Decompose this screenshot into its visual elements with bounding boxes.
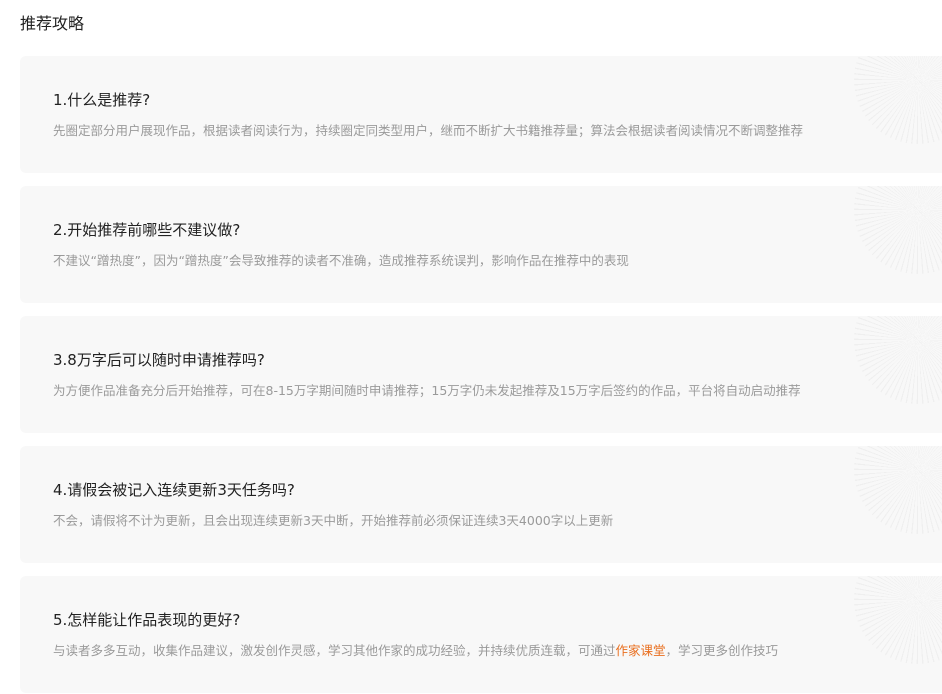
faq-answer: 与读者多多互动，收集作品建议，激发创作灵感，学习其他作家的成功经验，并持续优质连… — [53, 641, 778, 661]
sunburst-decoration-icon — [854, 446, 942, 534]
faq-question: 4.请假会被记入连续更新3天任务吗? — [53, 481, 295, 499]
faq-card-2: 2.开始推荐前哪些不建议做? 不建议“蹭热度”，因为“蹭热度”会导致推荐的读者不… — [20, 186, 942, 303]
faq-answer-text-after: ，学习更多创作技巧 — [665, 643, 779, 658]
faq-card-4: 4.请假会被记入连续更新3天任务吗? 不会，请假将不计为更新，且会出现连续更新3… — [20, 446, 942, 563]
faq-card-1: 1.什么是推荐? 先圈定部分用户展现作品，根据读者阅读行为，持续圈定同类型用户，… — [20, 56, 942, 173]
faq-card-5: 5.怎样能让作品表现的更好? 与读者多多互动，收集作品建议，激发创作灵感，学习其… — [20, 576, 942, 693]
writer-class-link[interactable]: 作家课堂 — [616, 643, 666, 658]
faq-answer-text-before: 与读者多多互动，收集作品建议，激发创作灵感，学习其他作家的成功经验，并持续优质连… — [53, 643, 616, 658]
faq-answer: 不会，请假将不计为更新，且会出现连续更新3天中断，开始推荐前必须保证连续3天40… — [53, 513, 614, 528]
faq-answer: 为方便作品准备充分后开始推荐，可在8-15万字期间随时申请推荐；15万字仍未发起… — [53, 383, 801, 398]
faq-question: 2.开始推荐前哪些不建议做? — [53, 221, 241, 239]
sunburst-decoration-icon — [854, 186, 942, 274]
faq-question: 5.怎样能让作品表现的更好? — [53, 611, 241, 629]
sunburst-decoration-icon — [854, 56, 942, 144]
sunburst-decoration-icon — [854, 576, 942, 664]
faq-answer: 先圈定部分用户展现作品，根据读者阅读行为，持续圈定同类型用户，继而不断扩大书籍推… — [53, 123, 804, 138]
faq-question: 3.8万字后可以随时申请推荐吗? — [53, 351, 265, 369]
sunburst-decoration-icon — [854, 316, 942, 404]
faq-answer: 不建议“蹭热度”，因为“蹭热度”会导致推荐的读者不准确，造成推荐系统误判，影响作… — [53, 253, 629, 268]
page: 推荐攻略 1.什么是推荐? 先圈定部分用户展现作品，根据读者阅读行为，持续圈定同… — [0, 0, 942, 694]
page-title: 推荐攻略 — [20, 14, 85, 33]
faq-question: 1.什么是推荐? — [53, 91, 151, 109]
faq-card-3: 3.8万字后可以随时申请推荐吗? 为方便作品准备充分后开始推荐，可在8-15万字… — [20, 316, 942, 433]
